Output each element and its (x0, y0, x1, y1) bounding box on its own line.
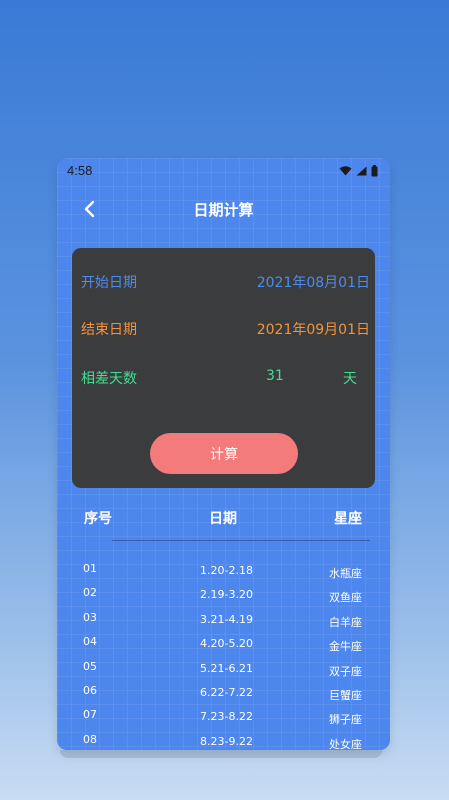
end-date-label: 结束日期 (81, 322, 137, 338)
row-index: 03 (83, 610, 97, 624)
row-zodiac: 金牛座 (329, 640, 362, 654)
battery-icon (371, 165, 378, 177)
row-index: 08 (83, 732, 97, 746)
row-zodiac: 双鱼座 (329, 591, 362, 605)
row-date-range: 1.20-2.18 (200, 564, 253, 577)
app-screen: 4:58 日期计算 开始日期 2021年08月01日 结束日期 2021年09月… (57, 158, 390, 750)
nav-bar: 日期计算 (57, 196, 390, 226)
table-row: 04 4.20-5.20 金牛座 (57, 629, 390, 653)
row-date-range: 7.23-8.22 (200, 710, 253, 724)
row-date-range: 3.21-4.19 (200, 612, 253, 626)
row-zodiac: 巨蟹座 (329, 688, 362, 702)
screen-shadow (60, 750, 382, 758)
zodiac-table: 01 1.20-2.18 水瓶座 02 2.19-3.20 双鱼座 03 3.2… (57, 556, 390, 750)
row-index: 07 (83, 708, 97, 722)
diff-days-row: 相差天数 31 天 (81, 368, 370, 390)
status-bar: 4:58 (67, 162, 378, 180)
page-title: 日期计算 (193, 201, 254, 219)
row-index: 04 (83, 635, 97, 649)
start-date-label: 开始日期 (81, 275, 137, 291)
header-zodiac: 星座 (334, 511, 362, 527)
status-icons (339, 165, 378, 177)
table-row: 01 1.20-2.18 水瓶座 (57, 556, 390, 580)
header-divider (112, 540, 370, 541)
status-time: 4:58 (67, 163, 93, 178)
row-zodiac: 水瓶座 (329, 567, 362, 580)
row-zodiac: 处女座 (329, 737, 362, 750)
table-row: 06 6.22-7.22 巨蟹座 (57, 678, 390, 702)
row-date-range: 8.23-9.22 (200, 734, 253, 748)
table-row: 08 8.23-9.22 处女座 (57, 727, 390, 750)
wifi-icon (339, 166, 352, 176)
row-zodiac: 狮子座 (329, 713, 362, 727)
header-date: 日期 (209, 511, 237, 527)
table-row: 03 3.21-4.19 白羊座 (57, 605, 390, 629)
row-index: 06 (83, 683, 97, 697)
table-row: 05 5.21-6.21 双子座 (57, 654, 390, 678)
row-zodiac: 白羊座 (329, 615, 362, 629)
table-header: 序号 日期 星座 (57, 508, 390, 530)
diff-days-label: 相差天数 (81, 371, 137, 387)
start-date-row[interactable]: 开始日期 2021年08月01日 (81, 272, 370, 294)
calculate-button[interactable]: 计算 (150, 433, 298, 474)
signal-icon (356, 166, 367, 176)
row-index: 05 (83, 659, 97, 673)
end-date-value[interactable]: 2021年09月01日 (257, 319, 370, 339)
start-date-value[interactable]: 2021年08月01日 (257, 272, 370, 292)
end-date-row[interactable]: 结束日期 2021年09月01日 (81, 319, 370, 341)
row-date-range: 4.20-5.20 (200, 637, 253, 651)
row-date-range: 5.21-6.21 (200, 661, 253, 675)
table-row: 07 7.23-8.22 狮子座 (57, 702, 390, 726)
header-index: 序号 (84, 511, 112, 527)
diff-days-unit: 天 (343, 371, 357, 387)
row-date-range: 2.19-3.20 (200, 588, 253, 602)
row-zodiac: 双子座 (329, 664, 362, 678)
diff-days-value: 31 (266, 368, 284, 384)
row-index: 02 (83, 586, 97, 600)
table-row: 02 2.19-3.20 双鱼座 (57, 580, 390, 604)
row-index: 01 (83, 562, 97, 575)
row-date-range: 6.22-7.22 (200, 685, 253, 699)
